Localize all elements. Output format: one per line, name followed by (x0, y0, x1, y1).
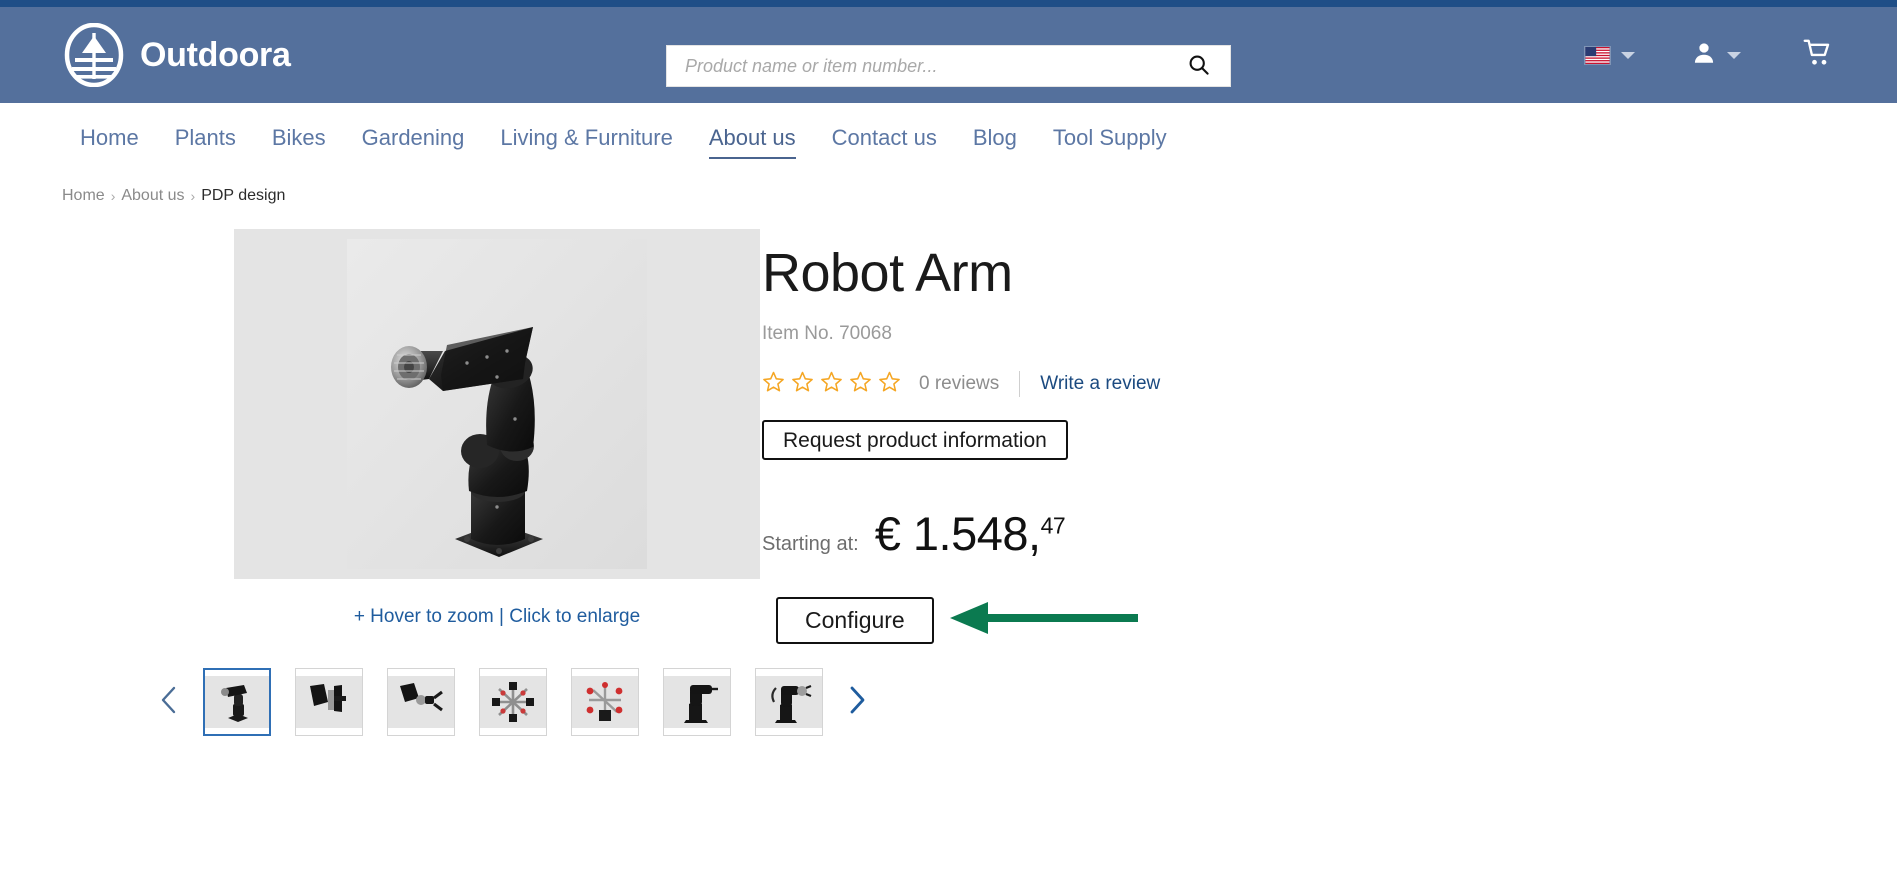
configure-row: Configure (776, 597, 1160, 645)
nav-item-plants[interactable]: Plants (157, 118, 254, 158)
price-prefix-label: Starting at: (762, 533, 859, 556)
thumbnail-image (480, 676, 546, 728)
breadcrumb: Home › About us › PDP design (0, 172, 1897, 205)
nav-item-gardening[interactable]: Gardening (344, 118, 483, 158)
thumbnail-item[interactable] (295, 668, 363, 736)
request-product-information-button[interactable]: Request product information (762, 420, 1068, 461)
thumbnail-prev-button[interactable] (147, 680, 191, 724)
thumbnail-image (205, 676, 269, 728)
rating-divider (1019, 371, 1021, 398)
thumbnail-image (572, 676, 638, 728)
star-icon (849, 370, 872, 398)
shopping-cart-icon (1803, 38, 1833, 73)
tree-in-oval-logo-icon (62, 23, 126, 87)
header-actions (1574, 7, 1843, 103)
main-navigation: Home Plants Bikes Gardening Living & Fur… (0, 103, 1897, 172)
chevron-down-icon (1727, 51, 1741, 59)
price-amount: 1.548, (912, 507, 1041, 561)
annotation-arrow-icon (948, 601, 1140, 640)
nav-item-living-and-furniture[interactable]: Living & Furniture (482, 118, 690, 158)
price-currency: € (874, 507, 901, 561)
us-flag-icon (1584, 45, 1611, 65)
write-review-link[interactable]: Write a review (1040, 373, 1160, 395)
breadcrumb-separator: › (190, 188, 196, 204)
person-icon (1691, 40, 1717, 71)
star-rating[interactable] (762, 370, 901, 398)
breadcrumb-separator: › (110, 188, 116, 204)
nav-item-contact-us[interactable]: Contact us (814, 118, 955, 158)
site-header: Outdoora (0, 7, 1897, 103)
main-product-image[interactable] (234, 229, 760, 579)
brand-name: Outdoora (140, 36, 291, 74)
nav-item-about-us[interactable]: About us (691, 118, 814, 159)
search-button[interactable] (1168, 46, 1230, 86)
search-input[interactable] (667, 46, 1168, 86)
price-cents: 47 (1040, 512, 1066, 539)
top-accent-strip (0, 0, 1897, 7)
price-block: Starting at: € 1.548,47 (762, 506, 1160, 561)
nav-item-blog[interactable]: Blog (955, 118, 1035, 158)
product-gallery: + Hover to zoom | Click to enlarge (0, 229, 865, 736)
configure-button[interactable]: Configure (776, 597, 934, 645)
language-selector[interactable] (1574, 40, 1645, 71)
product-info-panel: Robot Arm Item No. 70068 0 reviews Write… (762, 229, 1160, 736)
product-detail-page: + Hover to zoom | Click to enlarge Robot… (0, 205, 1897, 736)
cart-button[interactable] (1793, 32, 1843, 79)
account-menu[interactable] (1681, 34, 1751, 77)
thumbnail-item[interactable] (387, 668, 455, 736)
chevron-left-icon (158, 685, 180, 720)
breadcrumb-item-current: PDP design (201, 187, 286, 204)
star-icon (878, 370, 901, 398)
thumbnail-item[interactable] (479, 668, 547, 736)
thumbnail-item[interactable] (571, 668, 639, 736)
star-icon (762, 370, 785, 398)
star-icon (791, 370, 814, 398)
thumbnail-strip (147, 668, 865, 736)
breadcrumb-item-about-us[interactable]: About us (121, 187, 184, 205)
reviews-count: 0 reviews (919, 373, 1000, 395)
nav-item-bikes[interactable]: Bikes (254, 118, 344, 158)
search-bar[interactable] (666, 45, 1231, 87)
brand-logo-link[interactable]: Outdoora (62, 23, 291, 87)
breadcrumb-item-home[interactable]: Home (62, 187, 105, 205)
search-icon (1187, 53, 1211, 80)
thumbnail-image (664, 676, 730, 728)
star-icon (820, 370, 843, 398)
chevron-down-icon (1621, 51, 1635, 59)
nav-item-home[interactable]: Home (62, 118, 157, 158)
thumbnail-image (296, 676, 362, 728)
nav-item-tool-supply[interactable]: Tool Supply (1035, 118, 1185, 158)
item-number: Item No. 70068 (762, 323, 892, 345)
zoom-hint[interactable]: + Hover to zoom | Click to enlarge (234, 606, 760, 628)
price-value: € 1.548,47 (874, 506, 1066, 561)
thumbnail-item[interactable] (663, 668, 731, 736)
thumbnail-item[interactable] (203, 668, 271, 736)
page-title: Robot Arm (762, 243, 1013, 303)
thumbnail-image (388, 676, 454, 728)
rating-row: 0 reviews Write a review (762, 370, 1160, 398)
